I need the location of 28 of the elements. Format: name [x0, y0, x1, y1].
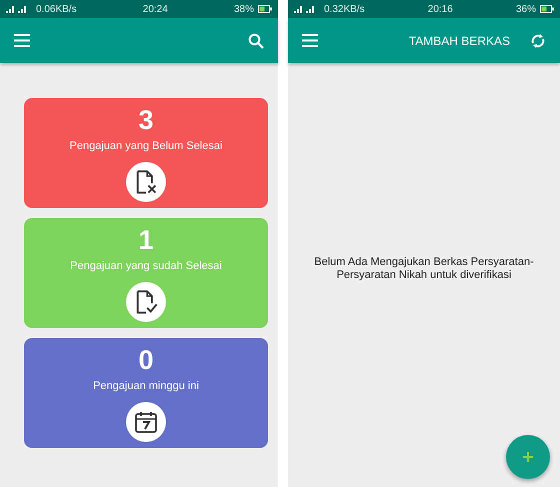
clock-time: 20:24: [142, 4, 169, 14]
battery-icon: [258, 5, 272, 13]
count: 3: [138, 104, 154, 136]
summary-card[interactable]: 1 Pengajuan yang sudah Selesai: [24, 218, 268, 328]
calendar-icon: [134, 410, 158, 434]
network-speed: 0.32KB/s: [324, 4, 365, 14]
empty-message: Belum Ada Mengajukan Berkas Persyaratan-Persyaratan Nikah untuk diverifikasi: [313, 256, 535, 282]
clock-time: 20:16: [426, 4, 454, 14]
count: 1: [138, 224, 154, 256]
refresh-icon[interactable]: [530, 32, 546, 48]
app-bar-title: TAMBAH BERKAS: [408, 34, 510, 48]
document-check-icon: [134, 289, 158, 315]
card-label: Pengajuan minggu ini: [93, 380, 199, 392]
summary-card[interactable]: 0 Pengajuan minggu ini: [24, 338, 268, 448]
count: 0: [138, 344, 154, 376]
summary-card[interactable]: 3 Pengajuan yang Belum Selesai: [24, 98, 268, 208]
battery-level: 38%: [234, 4, 254, 14]
search-icon[interactable]: [248, 32, 264, 48]
add-button[interactable]: [506, 435, 550, 479]
menu-icon[interactable]: [302, 34, 318, 47]
battery-level: 36%: [516, 4, 536, 14]
document-x-icon: [134, 169, 158, 195]
card-label: Pengajuan yang sudah Selesai: [70, 260, 222, 272]
menu-icon[interactable]: [14, 34, 30, 47]
network-speed: 0.06KB/s: [36, 4, 77, 14]
plus-icon: [523, 452, 533, 462]
card-label: Pengajuan yang Belum Selesai: [70, 140, 222, 152]
battery-icon: [540, 5, 554, 13]
